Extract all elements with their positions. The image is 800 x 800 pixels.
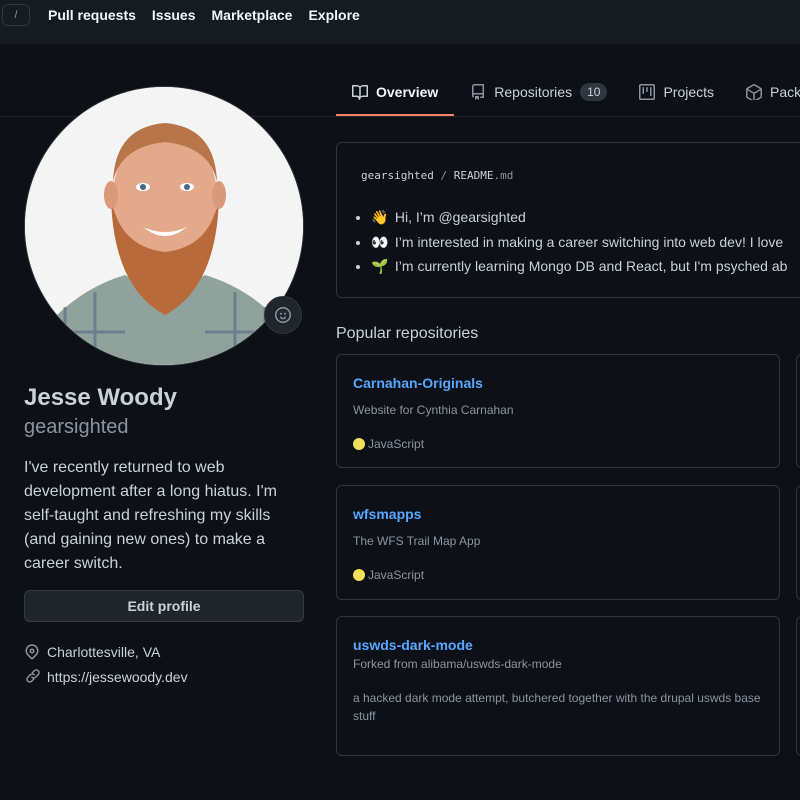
slash-glyph: / <box>14 9 18 21</box>
language-color-dot <box>353 569 365 581</box>
repo-forked-from: Forked from alibama/uswds-dark-mode <box>353 657 562 671</box>
readme-owner[interactable]: gearsighted <box>361 169 434 182</box>
project-icon <box>639 84 656 100</box>
website-link[interactable]: https://jessewoody.dev <box>47 669 188 685</box>
profile-readme: gearsighted / README.md 👋 Hi, I’m @gears… <box>336 142 800 298</box>
link-icon <box>26 669 40 683</box>
repo-card: wfsmapps The WFS Trail Map App JavaScrip… <box>336 485 780 600</box>
repositories-count-badge: 10 <box>580 83 608 101</box>
waving-hand-icon: 👋 <box>371 209 389 225</box>
readme-ext: .md <box>493 169 514 182</box>
repo-language: JavaScript <box>353 437 424 451</box>
seedling-icon: 🌱 <box>371 258 389 274</box>
repo-language: JavaScript <box>353 568 424 582</box>
profile-login: gearsighted <box>24 416 129 438</box>
repo-card: uswds-dark-mode Forked from alibama/uswd… <box>336 616 780 756</box>
repo-icon <box>472 84 485 100</box>
tab-projects[interactable]: Projects <box>623 68 730 116</box>
tab-repositories[interactable]: Repositories 10 <box>454 68 623 116</box>
profile-bio: I've recently returned to web developmen… <box>24 459 277 572</box>
tab-overview[interactable]: Overview <box>336 68 455 116</box>
repo-description: Website for Cynthia Carnahan <box>353 403 514 417</box>
tab-overview-label: Overview <box>376 84 439 100</box>
smiley-icon <box>275 307 291 323</box>
language-name: JavaScript <box>368 437 425 451</box>
profile-website[interactable]: https://jessewoody.dev <box>24 669 188 685</box>
readme-item-text: I’m interested in making a career switch… <box>394 233 784 250</box>
global-nav-links: Pull requests Issues Marketplace Explore <box>48 7 376 23</box>
popular-repositories-title: Popular repositories <box>336 325 479 342</box>
top-navigation: / Pull requests Issues Marketplace Explo… <box>0 0 800 44</box>
profile-location: Charlottesville, VA <box>24 644 160 660</box>
package-icon <box>746 84 763 100</box>
nav-pull-requests[interactable]: Pull requests <box>48 7 136 23</box>
language-color-dot <box>353 438 365 450</box>
set-status-button[interactable] <box>264 296 302 334</box>
nav-explore[interactable]: Explore <box>308 7 359 23</box>
repo-card-partial <box>796 485 800 600</box>
tab-projects-label: Projects <box>663 84 715 100</box>
readme-file[interactable]: README <box>454 169 494 182</box>
nav-marketplace[interactable]: Marketplace <box>212 7 293 23</box>
location-text: Charlottesville, VA <box>47 644 161 660</box>
tab-packages[interactable]: Packages <box>730 68 800 116</box>
repo-name-link[interactable]: uswds-dark-mode <box>353 637 473 653</box>
repo-card-partial <box>796 354 800 468</box>
profile-tabs: Overview Repositories 10 Projects Packag… <box>336 68 800 116</box>
readme-header: gearsighted / README.md <box>361 169 513 182</box>
profile-name: Jesse Woody <box>24 384 177 411</box>
language-name: JavaScript <box>368 568 425 582</box>
repo-card-partial <box>796 616 800 756</box>
avatar-portrait <box>25 87 303 365</box>
repo-description: a hacked dark mode attempt, butchered to… <box>353 691 761 705</box>
repo-name-link[interactable]: Carnahan-Originals <box>353 375 483 391</box>
list-item: 👋 Hi, I’m @gearsighted <box>371 205 800 230</box>
readme-separator: / <box>440 169 448 182</box>
tab-repositories-label: Repositories <box>494 84 573 100</box>
eyes-icon: 👀 <box>371 233 389 250</box>
readme-item-text: Hi, I’m @gearsighted <box>394 209 526 225</box>
readme-item-text: I’m currently learning Mongo DB and Reac… <box>394 258 788 274</box>
readme-list: 👋 Hi, I’m @gearsighted 👀 I’m interested … <box>371 205 800 279</box>
profile-avatar[interactable] <box>24 86 304 366</box>
search-slash-key[interactable]: / <box>2 4 30 26</box>
repo-description: The WFS Trail Map App <box>353 534 481 548</box>
repo-description-continued: stuff <box>353 709 376 723</box>
list-item: 🌱 I’m currently learning Mongo DB and Re… <box>371 254 800 279</box>
edit-profile-button[interactable]: Edit profile <box>24 590 304 622</box>
list-item: 👀 I’m interested in making a career swit… <box>371 230 800 255</box>
book-icon <box>352 84 368 100</box>
location-pin-icon <box>25 644 39 660</box>
repo-card: Carnahan-Originals Website for Cynthia C… <box>336 354 780 468</box>
repo-name-link[interactable]: wfsmapps <box>353 506 421 522</box>
nav-issues[interactable]: Issues <box>152 7 196 23</box>
tab-packages-label: Packages <box>770 84 800 100</box>
